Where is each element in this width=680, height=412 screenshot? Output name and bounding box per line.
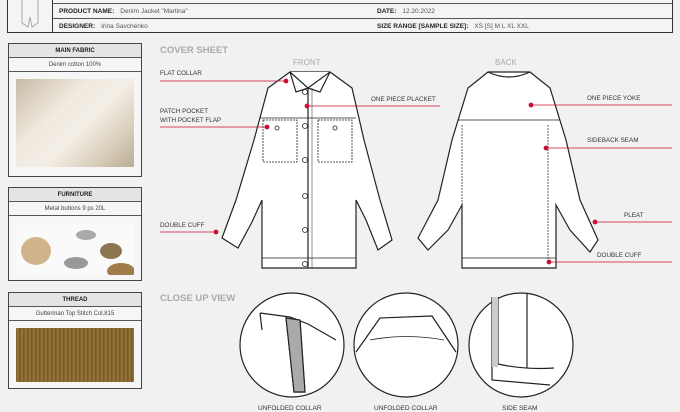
close-up-title: CLOSE UP VIEW [160,293,236,304]
callout-pocket-flap: WITH POCKET FLAP [160,117,222,124]
callout-yoke: ONE PIECE YOKE [587,95,641,102]
callout-sideback-seam: SIDEBACK SEAM [587,137,639,144]
closeup-circles [239,292,574,398]
back-jacket-drawing [417,71,599,269]
callout-double-cuff-back: DOUBLE CUFF [597,252,642,259]
callout-placket: ONE PIECE PLACKET [371,96,436,103]
technical-drawings [160,71,672,398]
callout-patch-pocket: PATCH POCKET [160,108,209,115]
callout-double-cuff-front: DOUBLE CUFF [160,222,205,229]
callout-flat-collar: FLAT COLLAR [160,70,202,77]
front-jacket-drawing [221,71,393,269]
callout-pleat: PLEAT [624,212,644,219]
